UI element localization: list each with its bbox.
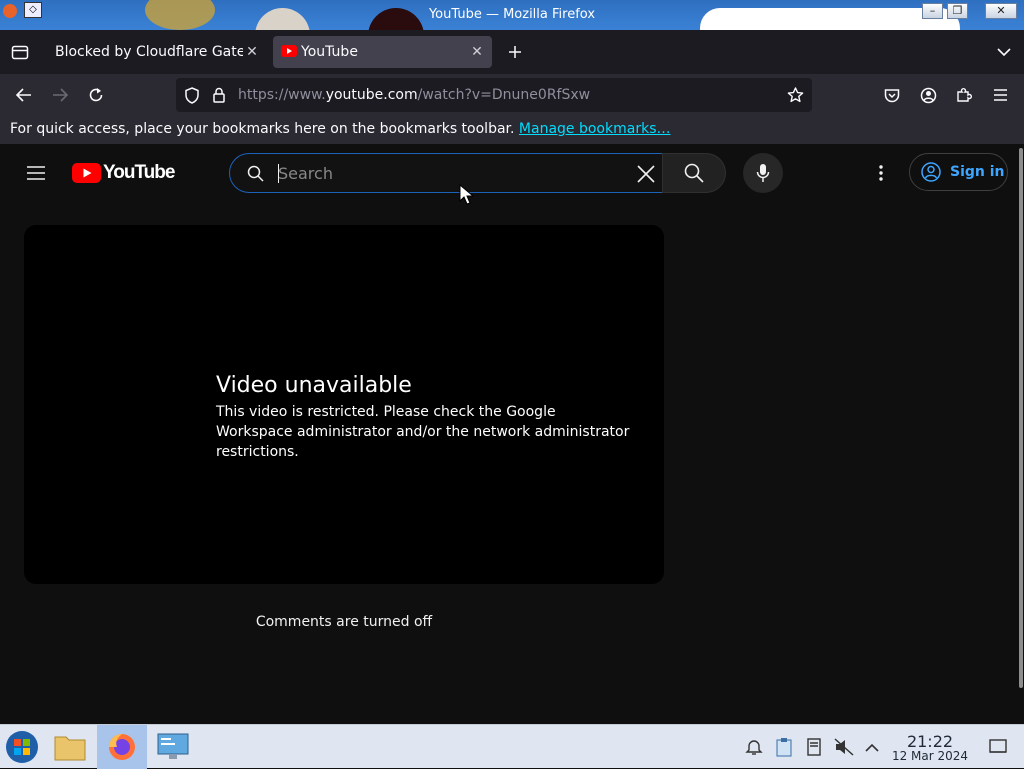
firefox-icon: [109, 734, 135, 760]
url-path: /watch?v=Dnune0RfSxw: [417, 87, 591, 103]
error-message: This video is restricted. Please check t…: [216, 404, 630, 460]
account-button[interactable]: [914, 81, 942, 109]
navigation-toolbar: https://www.youtube.com/watch?v=Dnune0Rf…: [0, 74, 1024, 116]
youtube-play-logo-icon: [72, 163, 101, 183]
folder-icon: [54, 736, 86, 761]
minimize-button[interactable]: –: [922, 3, 943, 19]
video-player[interactable]: Video unavailable This video is restrict…: [24, 225, 664, 584]
sign-in-label: Sign in: [950, 164, 1005, 180]
start-button[interactable]: [4, 729, 40, 765]
tab-strip: Blocked by Cloudflare Gateway ✕ YouTube …: [0, 30, 1024, 74]
tab-label: Blocked by Cloudflare Gateway: [55, 44, 243, 60]
voice-search-button[interactable]: [743, 153, 783, 193]
user-circle-icon: [921, 162, 941, 182]
clock-date: 12 Mar 2024: [891, 749, 969, 763]
reload-button[interactable]: [82, 81, 110, 109]
url-host: youtube.com: [325, 87, 418, 103]
search-icon: [684, 163, 704, 183]
speaker-muted-icon: [834, 738, 854, 756]
firefox-view-icon: [11, 45, 29, 60]
pocket-icon: [884, 88, 900, 102]
guide-menu-button[interactable]: [22, 159, 50, 187]
list-all-tabs-button[interactable]: [990, 38, 1018, 66]
file-manager-button[interactable]: [52, 729, 88, 765]
bell-icon: [745, 740, 763, 755]
manage-bookmarks-link[interactable]: Manage bookmarks…: [519, 121, 671, 137]
tab-youtube[interactable]: YouTube ✕: [273, 36, 492, 68]
back-button[interactable]: [10, 81, 38, 109]
url-bar[interactable]: https://www.youtube.com/watch?v=Dnune0Rf…: [176, 78, 812, 112]
firefox-view-button[interactable]: [6, 38, 34, 66]
close-tab-icon[interactable]: ✕: [467, 42, 487, 62]
hamburger-menu-icon: [27, 166, 45, 180]
sign-in-button[interactable]: Sign in: [909, 153, 1008, 191]
puzzle-piece-icon: [957, 88, 972, 102]
reload-icon: [89, 88, 103, 102]
youtube-favicon-icon: [281, 45, 297, 57]
youtube-logo-text: YouTube: [103, 162, 175, 183]
close-tab-icon[interactable]: ✕: [242, 42, 262, 62]
bookmarks-hint-text: For quick access, place your bookmarks h…: [10, 121, 519, 137]
plus-icon: [509, 46, 521, 58]
clear-search-icon[interactable]: [636, 164, 656, 184]
search-box[interactable]: [229, 153, 663, 193]
tab-blocked[interactable]: Blocked by Cloudflare Gateway ✕: [44, 36, 270, 68]
monitor-settings-icon: [157, 733, 189, 759]
system-settings-button[interactable]: [155, 729, 191, 765]
chevron-up-icon: [865, 743, 879, 752]
tab-label: YouTube: [301, 44, 358, 60]
drive-icon: [807, 738, 821, 756]
close-window-button[interactable]: ✕: [985, 3, 1017, 19]
app-menu-button[interactable]: [986, 81, 1014, 109]
new-tab-button[interactable]: [501, 38, 529, 66]
maximize-button[interactable]: ❐: [947, 3, 968, 19]
firefox-taskbar-button[interactable]: [97, 725, 147, 769]
page-scrollbar[interactable]: [1019, 148, 1023, 688]
bookmark-star-icon[interactable]: [787, 87, 804, 103]
search-input[interactable]: [278, 162, 618, 184]
arrow-left-icon: [16, 88, 31, 102]
lock-icon[interactable]: [212, 87, 226, 104]
tracking-protection-shield-icon[interactable]: [184, 87, 200, 104]
url-text[interactable]: https://www.youtube.com/watch?v=Dnune0Rf…: [238, 87, 590, 103]
search-button[interactable]: [662, 153, 726, 193]
pocket-button[interactable]: [878, 81, 906, 109]
microphone-icon: [756, 164, 770, 182]
window-titlebar: ◇ YouTube — Mozilla Firefox – ❐ ✕: [0, 0, 1024, 30]
youtube-page: YouTube Sign in Video unavailable This v…: [0, 144, 1024, 724]
more-vertical-icon: [879, 165, 883, 181]
url-prefix: https://www.: [238, 87, 326, 103]
forward-button[interactable]: [46, 81, 74, 109]
text-caret: [278, 164, 279, 183]
settings-more-button[interactable]: [867, 159, 895, 187]
comments-status: Comments are turned off: [255, 614, 433, 630]
show-desktop-button[interactable]: [980, 729, 1016, 765]
chevron-down-icon: [997, 47, 1011, 56]
clipboard-icon: [776, 738, 792, 757]
mouse-cursor-icon: [459, 184, 475, 205]
extensions-button[interactable]: [950, 81, 978, 109]
bookmarks-toolbar: For quick access, place your bookmarks h…: [0, 116, 1024, 144]
error-title: Video unavailable: [216, 373, 412, 398]
window-title: YouTube — Mozilla Firefox: [428, 7, 596, 22]
desktop-icon: [989, 739, 1007, 753]
windows-start-icon: [6, 731, 38, 763]
hamburger-menu-icon: [993, 89, 1007, 101]
arrow-right-icon: [53, 88, 68, 102]
taskbar: 21:22 12 Mar 2024: [0, 724, 1024, 769]
search-icon: [247, 165, 264, 182]
account-icon: [920, 87, 936, 103]
